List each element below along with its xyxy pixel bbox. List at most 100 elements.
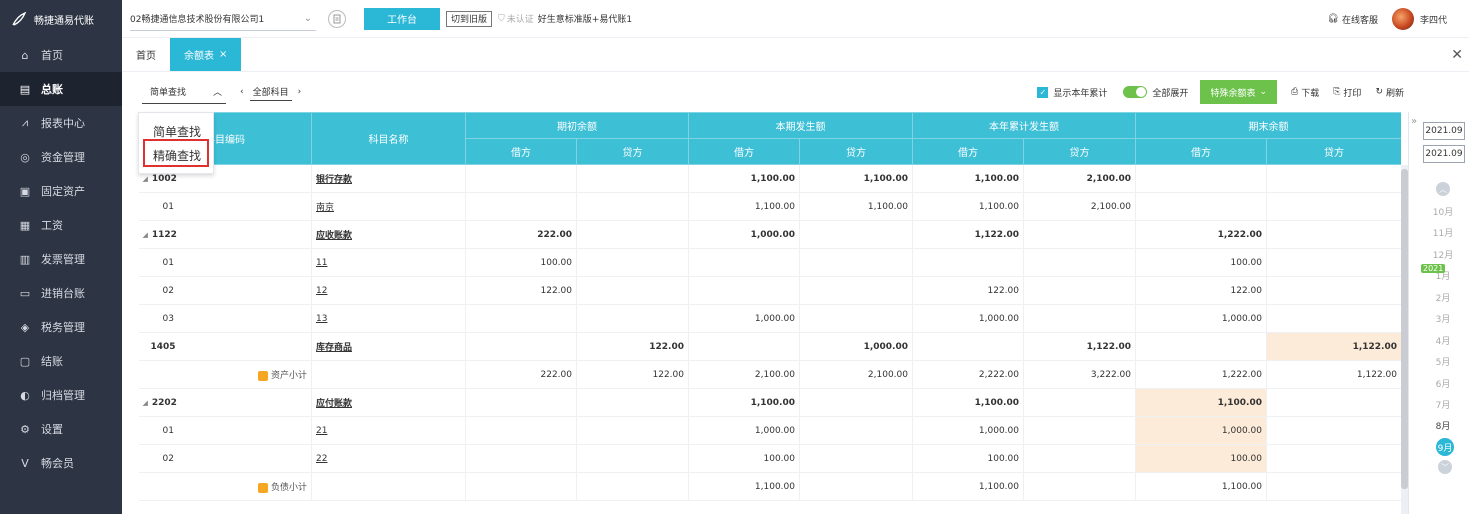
- cell-amount: 2,100.00: [688, 360, 800, 389]
- cell-amount: [799, 220, 913, 249]
- table-row[interactable]: 01 11 100.00 100.00: [138, 248, 1401, 277]
- subject-select[interactable]: 全部科目: [249, 83, 292, 101]
- cell-amount: 2,222.00: [912, 360, 1024, 389]
- cell-name[interactable]: 银行存款: [311, 164, 466, 193]
- cell-amount: 3,222.00: [1023, 360, 1136, 389]
- chevron-right-icon[interactable]: ›: [298, 87, 302, 97]
- cell-name[interactable]: 13: [311, 304, 466, 333]
- printer-icon: ⎘: [1333, 87, 1341, 97]
- table-row[interactable]: ◢ 1002 银行存款 1,100.00 1,100.00 1,100.00 2,100.0…: [138, 164, 1401, 193]
- month-item[interactable]: 7月: [1423, 398, 1463, 411]
- header-debit: 借方: [1135, 138, 1267, 165]
- month-item[interactable]: 2月: [1423, 291, 1463, 304]
- sidebar-item-12[interactable]: V 畅会员: [0, 446, 122, 480]
- expand-triangle-icon[interactable]: ◢: [143, 175, 148, 183]
- scroll-up-icon[interactable]: ︿: [1436, 182, 1450, 196]
- chevron-down-icon: ⌄: [1259, 87, 1267, 97]
- cell-amount: 1,000.00: [912, 416, 1024, 445]
- sidebar-nav: ⌂ 首页 ▤ 总账 ⩘ 报表中心 ◎ 资金管理 ▣ 固定资产 ▦ 工资 ▥ 发票管理 ▭ 进销台账 ◈ 税务管理 ▢…: [0, 38, 122, 480]
- sidebar-item-1[interactable]: ▤ 总账: [0, 72, 122, 106]
- expand-all-toggle[interactable]: [1123, 86, 1148, 98]
- scrollbar-thumb[interactable]: [1401, 169, 1408, 489]
- sidebar-item-0[interactable]: ⌂ 首页: [0, 38, 122, 72]
- cell-amount: 1,100.00: [688, 164, 800, 193]
- header-credit: 贷方: [1266, 138, 1401, 165]
- cell-name[interactable]: 应付账款: [311, 388, 466, 417]
- vip-icon: V: [21, 456, 29, 470]
- table-row[interactable]: 03 13 1,000.00 1,000.00 1,000.00: [138, 304, 1401, 333]
- expand-triangle-icon[interactable]: ◢: [143, 399, 148, 407]
- tab-home[interactable]: 首页: [122, 38, 170, 71]
- workbench-button[interactable]: 工作台: [364, 7, 440, 30]
- sidebar-item-8[interactable]: ◈ 税务管理: [0, 310, 122, 344]
- sidebar-item-2[interactable]: ⩘ 报表中心: [0, 106, 122, 140]
- month-item[interactable]: 5月: [1423, 355, 1463, 368]
- cell-code: ◢ 1122: [138, 220, 312, 249]
- cell-name[interactable]: 22: [311, 444, 466, 473]
- sidebar-item-7[interactable]: ▭ 进销台账: [0, 276, 122, 310]
- cell-name[interactable]: 11: [311, 248, 466, 277]
- cell-amount: [688, 332, 800, 361]
- cell-name[interactable]: 21: [311, 416, 466, 445]
- month-item[interactable]: 4月: [1423, 334, 1463, 347]
- close-icon[interactable]: ×: [219, 49, 227, 60]
- company-select[interactable]: 02畅捷通信息技术股份有限公司1 ⌄: [130, 7, 316, 31]
- table-row[interactable]: ◢ 2202 应付账款 1,100.00 1,100.00 1,100.00: [138, 388, 1401, 417]
- show-year-checkbox[interactable]: ✓: [1037, 86, 1049, 98]
- cell-name[interactable]: 12: [311, 276, 466, 305]
- cell-code: 01: [138, 416, 312, 445]
- table-row[interactable]: 02 12 122.00 122.00 122.00: [138, 276, 1401, 305]
- highlight-box: [143, 139, 209, 167]
- avatar[interactable]: [1391, 8, 1414, 30]
- table-row[interactable]: 负债小计 1,100.00 1,100.00 1,100.00: [138, 472, 1401, 501]
- month-item[interactable]: 3月: [1423, 312, 1463, 325]
- special-balance-button[interactable]: 特殊余额表 ⌄: [1200, 80, 1277, 104]
- document-icon[interactable]: [328, 9, 346, 28]
- sidebar-item-4[interactable]: ▣ 固定资产: [0, 174, 122, 208]
- sidebar-item-5[interactable]: ▦ 工资: [0, 208, 122, 242]
- vertical-scrollbar[interactable]: [1401, 165, 1408, 514]
- cell-amount: [1023, 248, 1136, 277]
- sidebar-item-11[interactable]: ⚙ 设置: [0, 412, 122, 446]
- month-item[interactable]: 10月: [1423, 205, 1463, 218]
- month-item[interactable]: 6月: [1423, 377, 1463, 390]
- cell-amount: 1,222.00: [1135, 220, 1267, 249]
- download-button[interactable]: ⎙ 下载: [1291, 86, 1319, 99]
- sidebar-item-10[interactable]: ◐ 归档管理: [0, 378, 122, 412]
- table-row[interactable]: 1405 库存商品 122.00 1,000.00 1,122.00 1,122.00: [138, 332, 1401, 361]
- refresh-button[interactable]: ↻ 刷新: [1375, 86, 1404, 99]
- expand-triangle-icon[interactable]: ◢: [143, 231, 148, 239]
- table-row[interactable]: 01 南京 1,100.00 1,100.00 1,100.00 2,100.00: [138, 192, 1401, 221]
- cert-status[interactable]: ⛉ 未认证: [498, 12, 534, 26]
- close-page-icon[interactable]: ✕: [1451, 38, 1463, 72]
- table-row[interactable]: 02 22 100.00 100.00 100.00: [138, 444, 1401, 473]
- table-row[interactable]: 01 21 1,000.00 1,000.00 1,000.00: [138, 416, 1401, 445]
- sidebar-item-6[interactable]: ▥ 发票管理: [0, 242, 122, 276]
- collapse-icon[interactable]: »: [1411, 116, 1417, 127]
- month-item[interactable]: 8月: [1423, 419, 1463, 432]
- scroll-down-icon[interactable]: ﹀: [1438, 460, 1452, 474]
- tab-balance[interactable]: 余额表 ×: [170, 38, 242, 71]
- period-from[interactable]: 2021.09: [1423, 122, 1465, 140]
- period-to[interactable]: 2021.09: [1423, 145, 1465, 163]
- sidebar-item-9[interactable]: ▢ 结账: [0, 344, 122, 378]
- online-support-link[interactable]: 在线客服: [1342, 13, 1378, 26]
- cell-amount: [1266, 472, 1401, 501]
- chevron-left-icon[interactable]: ‹: [240, 87, 244, 97]
- month-item[interactable]: 12月: [1423, 248, 1463, 261]
- cell-amount: [465, 164, 577, 193]
- table-row[interactable]: 资产小计 222.00 122.00 2,100.00 2,100.00 2,222.00…: [138, 360, 1401, 389]
- search-mode-select[interactable]: 简单查找 ︿: [142, 80, 226, 104]
- table-row[interactable]: ◢ 1122 应收账款 222.00 1,000.00 1,122.00 1,222.00: [138, 220, 1401, 249]
- cell-name[interactable]: 库存商品: [311, 332, 466, 361]
- sidebar-item-label: 发票管理: [41, 253, 85, 266]
- sidebar-item-3[interactable]: ◎ 资金管理: [0, 140, 122, 174]
- month-item[interactable]: 11月: [1423, 226, 1463, 239]
- current-month[interactable]: 9月: [1436, 438, 1454, 456]
- cell-code: 01: [138, 192, 312, 221]
- user-name[interactable]: 李四代: [1420, 13, 1447, 26]
- cell-name[interactable]: 南京: [311, 192, 466, 221]
- print-button[interactable]: ⎘ 打印: [1333, 86, 1361, 99]
- switch-old-version-button[interactable]: 切到旧版: [446, 10, 493, 27]
- cell-name[interactable]: 应收账款: [311, 220, 466, 249]
